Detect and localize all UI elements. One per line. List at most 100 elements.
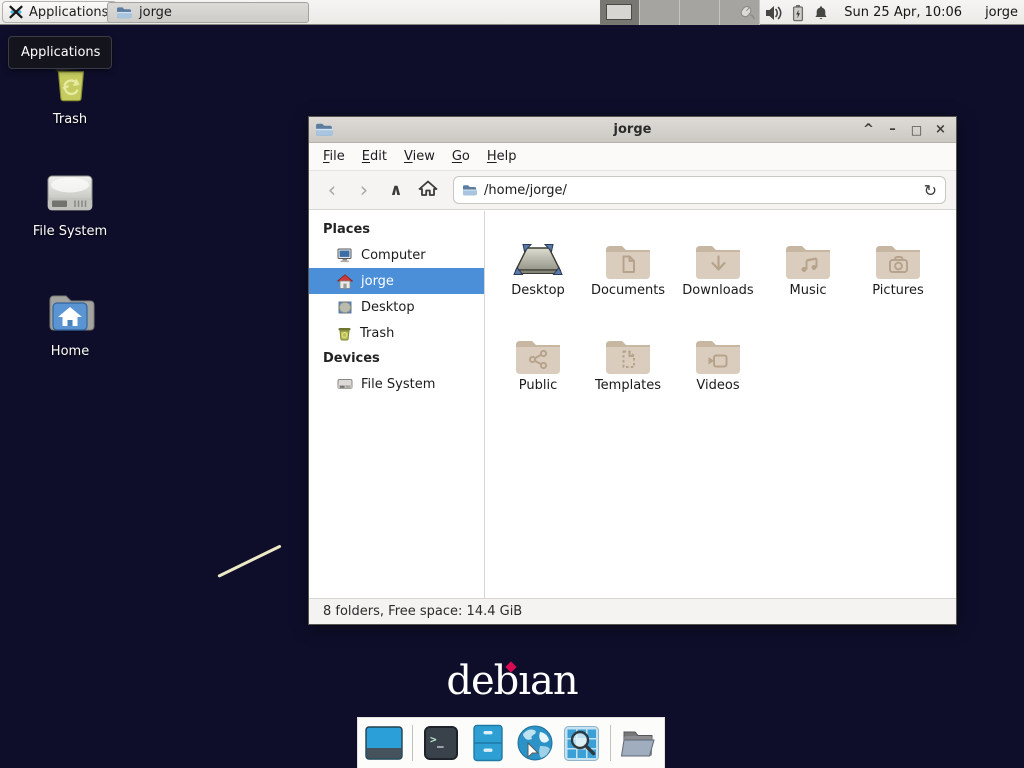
svg-text:_: _	[437, 735, 444, 748]
forward-button[interactable]: ›	[351, 177, 377, 203]
file-view: Desktop Documents	[485, 211, 956, 598]
menu-go[interactable]: Go	[452, 149, 470, 164]
file-item-label: Public	[494, 378, 582, 393]
window-title: jorge	[309, 122, 956, 137]
file-item-desktop[interactable]: Desktop	[494, 223, 582, 318]
menu-view[interactable]: View	[404, 149, 435, 164]
file-item-public[interactable]: Public	[494, 318, 582, 413]
volume-icon[interactable]	[765, 5, 783, 21]
home-icon	[418, 179, 438, 197]
svg-text:>: >	[430, 733, 437, 746]
desktop-icon-label: Home	[22, 344, 118, 359]
file-cabinet-icon	[472, 724, 504, 762]
drawn-line-artifact	[217, 544, 281, 577]
battery-icon[interactable]	[792, 4, 804, 22]
sidebar-item-computer[interactable]: Computer	[309, 242, 484, 268]
file-item-pictures[interactable]: Pictures	[854, 223, 942, 318]
workspace-2[interactable]	[640, 0, 680, 25]
file-manager-launcher[interactable]	[469, 724, 507, 762]
sidebar-item-label: File System	[361, 377, 435, 392]
applications-tooltip-text: Applications	[21, 45, 100, 60]
shade-button[interactable]: ^	[861, 117, 876, 143]
web-browser-launcher[interactable]	[516, 724, 554, 762]
desktop-icon-file-system[interactable]: File System	[22, 170, 118, 239]
wordmark-part: an	[530, 658, 578, 704]
statusbar: 8 folders, Free space: 14.4 GiB	[309, 598, 956, 624]
sidebar-item-trash[interactable]: Trash	[309, 320, 484, 346]
desktop-icon-home[interactable]: Home	[22, 290, 118, 359]
file-item-label: Music	[764, 283, 852, 298]
toolbar: ‹ › ∧ /home/jorge/ ↻	[309, 171, 956, 210]
menu-edit[interactable]: Edit	[362, 149, 387, 164]
home-icon	[337, 274, 353, 289]
applications-tooltip: Applications	[8, 36, 112, 69]
workspace-1[interactable]	[600, 0, 640, 25]
file-item-templates[interactable]: Templates	[584, 318, 672, 413]
minimize-button[interactable]: –	[885, 117, 900, 143]
sidebar-item-label: Desktop	[361, 300, 415, 315]
file-item-downloads[interactable]: Downloads	[674, 223, 762, 318]
trash-icon	[337, 326, 352, 341]
downloads-folder-icon	[691, 239, 745, 281]
sidebar-item-file-system[interactable]: File System	[309, 371, 484, 397]
top-panel: Applications ⋮ jorge	[0, 0, 1024, 25]
back-button[interactable]: ‹	[319, 177, 345, 203]
sidebar-item-label: jorge	[361, 274, 394, 289]
home-button[interactable]	[415, 177, 441, 203]
terminal-icon: > _	[423, 725, 459, 761]
window-controls: ^ – □ ×	[861, 117, 948, 143]
path-folder-icon	[462, 183, 478, 197]
sidebar-item-label: Computer	[361, 248, 426, 263]
documents-folder-icon	[601, 239, 655, 281]
file-grid: Desktop Documents	[493, 223, 956, 413]
file-manager-window: jorge ^ – □ × File Edit View Go Help ‹ ›…	[308, 116, 957, 625]
music-folder-icon	[781, 239, 835, 281]
taskbar-window-button[interactable]: jorge	[107, 2, 309, 23]
public-folder-icon	[511, 334, 565, 376]
reload-button[interactable]: ↻	[924, 181, 937, 200]
hard-drive-icon	[44, 170, 96, 216]
file-item-label: Documents	[584, 283, 672, 298]
file-item-documents[interactable]: Documents	[584, 223, 672, 318]
up-button[interactable]: ∧	[383, 177, 409, 203]
desktop-icon	[337, 300, 353, 315]
debian-wallpaper-logo: debıan	[0, 658, 1024, 704]
file-item-videos[interactable]: Videos	[674, 318, 762, 413]
window-titlebar[interactable]: jorge ^ – □ ×	[309, 117, 956, 143]
sidebar-item-label: Trash	[360, 326, 394, 341]
folder-launcher[interactable]	[620, 724, 658, 762]
app-finder-icon	[563, 725, 600, 762]
file-item-music[interactable]: Music	[764, 223, 852, 318]
workspace-3[interactable]	[680, 0, 720, 25]
menubar: File Edit View Go Help	[309, 143, 956, 171]
show-desktop-button[interactable]	[365, 724, 403, 762]
sidebar-item-desktop[interactable]: Desktop	[309, 294, 484, 320]
window-content: Places Computer jorge	[309, 211, 956, 598]
dock-panel: > _	[357, 717, 665, 768]
statusbar-text: 8 folders, Free space: 14.4 GiB	[323, 604, 522, 619]
sidebar-item-jorge[interactable]: jorge	[309, 268, 484, 294]
globe-browser-icon	[516, 724, 554, 762]
menu-help[interactable]: Help	[487, 149, 517, 164]
videos-folder-icon	[691, 334, 745, 376]
terminal-launcher[interactable]: > _	[422, 724, 460, 762]
dock-separator	[610, 725, 611, 761]
panel-tray: Sun 25 Apr, 10:06 jorge	[736, 0, 1018, 25]
maximize-button[interactable]: □	[909, 117, 924, 143]
menu-file[interactable]: File	[323, 149, 345, 164]
show-desktop-icon	[365, 726, 403, 760]
application-finder-launcher[interactable]	[563, 724, 601, 762]
folder-icon	[116, 5, 133, 20]
dock-separator	[412, 725, 413, 761]
file-item-label: Templates	[584, 378, 672, 393]
panel-username: jorge	[985, 5, 1018, 20]
mouse-tray-icon[interactable]	[736, 4, 756, 21]
notifications-bell-icon[interactable]	[813, 5, 829, 21]
hard-drive-icon	[337, 377, 353, 391]
path-field[interactable]: /home/jorge/ ↻	[453, 176, 946, 204]
applications-menu-icon	[8, 4, 24, 20]
panel-clock: Sun 25 Apr, 10:06	[844, 5, 962, 20]
wordmark-part: ı	[518, 658, 530, 704]
close-button[interactable]: ×	[933, 117, 948, 143]
path-text: /home/jorge/	[484, 183, 918, 198]
